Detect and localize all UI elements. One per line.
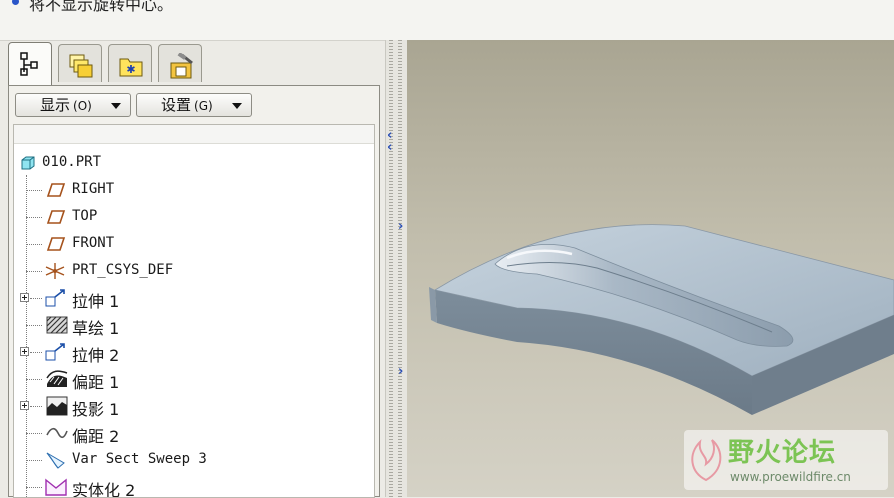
tree-item-label: 拉伸 1 <box>72 292 120 311</box>
part-model-3d <box>429 224 894 415</box>
tree-item-right[interactable]: RIGHT <box>14 178 374 204</box>
projection-icon <box>46 396 68 416</box>
tree-item-extrude-2[interactable]: 拉伸 2 <box>14 340 374 366</box>
sketch-icon <box>46 316 68 334</box>
tree-item-label: 实体化 2 <box>72 481 136 498</box>
tree-item-offset-2[interactable]: 偏距 2 <box>14 421 374 447</box>
watermark-url: www.proewildfire.cn <box>730 470 851 484</box>
settings-shortcut: (G) <box>194 99 213 113</box>
folder-browser-icon <box>69 54 93 78</box>
tab-folder-browser[interactable] <box>58 44 102 82</box>
expand-icon[interactable] <box>20 401 29 410</box>
favorites-folder-icon: ✱ <box>119 58 143 77</box>
settings-dropdown[interactable]: 设置 (G) <box>136 93 252 117</box>
tree-item-label: 草绘 1 <box>72 319 120 338</box>
extrude-icon <box>45 343 65 361</box>
part-icon <box>21 156 35 170</box>
solidify-icon <box>45 478 67 496</box>
expand-right-icon[interactable]: › <box>398 365 403 378</box>
graphics-window[interactable] <box>407 40 894 497</box>
show-shortcut: (O) <box>73 99 92 113</box>
datum-plane-icon <box>46 237 66 251</box>
expand-icon[interactable] <box>20 293 29 302</box>
chevron-down-icon <box>232 103 242 109</box>
tree-item-front[interactable]: FRONT <box>14 232 374 258</box>
tree-item-label: 偏距 2 <box>72 427 120 446</box>
datum-plane-icon <box>46 183 66 197</box>
tree-item-top[interactable]: TOP <box>14 205 374 231</box>
tree-item-label: 投影 1 <box>72 400 120 419</box>
tree-item-label: TOP <box>72 208 98 224</box>
expand-right-icon[interactable]: › <box>398 220 403 233</box>
tab-connections[interactable] <box>158 44 202 82</box>
model-tree-panel: 显示 (O) 设置 (G) 010.PRT RIGHT TOP FRONT PR… <box>8 85 380 498</box>
tree-header <box>14 125 374 144</box>
tree-item-label: 拉伸 2 <box>72 346 120 365</box>
watermark-logo-icon <box>691 439 722 482</box>
info-bullet-icon <box>12 0 19 5</box>
tree-item-label: RIGHT <box>72 181 115 197</box>
tree-item-prt-csys-def[interactable]: PRT_CSYS_DEF <box>14 259 374 285</box>
status-message: 将不显示旋转中心。 <box>29 0 174 14</box>
tree-item-label: PRT_CSYS_DEF <box>72 262 174 278</box>
svg-text:✱: ✱ <box>126 63 135 76</box>
datum-plane-icon <box>46 210 66 224</box>
connections-tools-icon <box>170 53 193 79</box>
offset-icon <box>46 370 68 387</box>
message-area: 将不显示旋转中心。 <box>0 0 894 41</box>
tree-item-var-sect-sweep-3[interactable]: Var Sect Sweep 3 <box>14 448 374 474</box>
offset-curve-icon <box>46 427 68 439</box>
expand-icon[interactable] <box>20 347 29 356</box>
tab-favorites[interactable]: ✱ <box>108 44 152 82</box>
coordinate-system-icon <box>45 263 65 279</box>
tree-item-label: FRONT <box>72 235 115 251</box>
tree-item-label: 偏距 1 <box>72 373 120 392</box>
tab-model-tree[interactable] <box>8 42 52 86</box>
show-dropdown[interactable]: 显示 (O) <box>15 93 131 117</box>
tree-item-sketch-1[interactable]: 草绘 1 <box>14 313 374 339</box>
model-tree: 010.PRT RIGHT TOP FRONT PRT_CSYS_DEF 拉伸 … <box>13 124 375 498</box>
tree-root[interactable]: 010.PRT <box>14 151 374 177</box>
show-label: 显示 <box>40 96 71 114</box>
tree-item-extrude-1[interactable]: 拉伸 1 <box>14 286 374 312</box>
watermark-name: 野火论坛 <box>728 438 837 468</box>
panel-splitter[interactable]: ‹ ‹ › › <box>385 40 408 497</box>
tree-item-offset-1[interactable]: 偏距 1 <box>14 367 374 393</box>
tree-item-solidify-2[interactable]: 实体化 2 <box>14 475 374 498</box>
model-tree-icon <box>20 52 38 76</box>
settings-label: 设置 <box>161 96 192 114</box>
navigator-tabs: ✱ <box>8 42 388 86</box>
chevron-down-icon <box>111 103 121 109</box>
var-sect-sweep-icon <box>46 452 65 469</box>
extrude-icon <box>45 289 65 307</box>
collapse-left-icon[interactable]: ‹ <box>387 141 392 154</box>
tree-item-label: Var Sect Sweep 3 <box>72 451 207 467</box>
tree-item-projection-1[interactable]: 投影 1 <box>14 394 374 420</box>
forum-watermark: 野火论坛 www.proewildfire.cn <box>684 430 888 490</box>
tree-root-label: 010.PRT <box>42 154 102 170</box>
